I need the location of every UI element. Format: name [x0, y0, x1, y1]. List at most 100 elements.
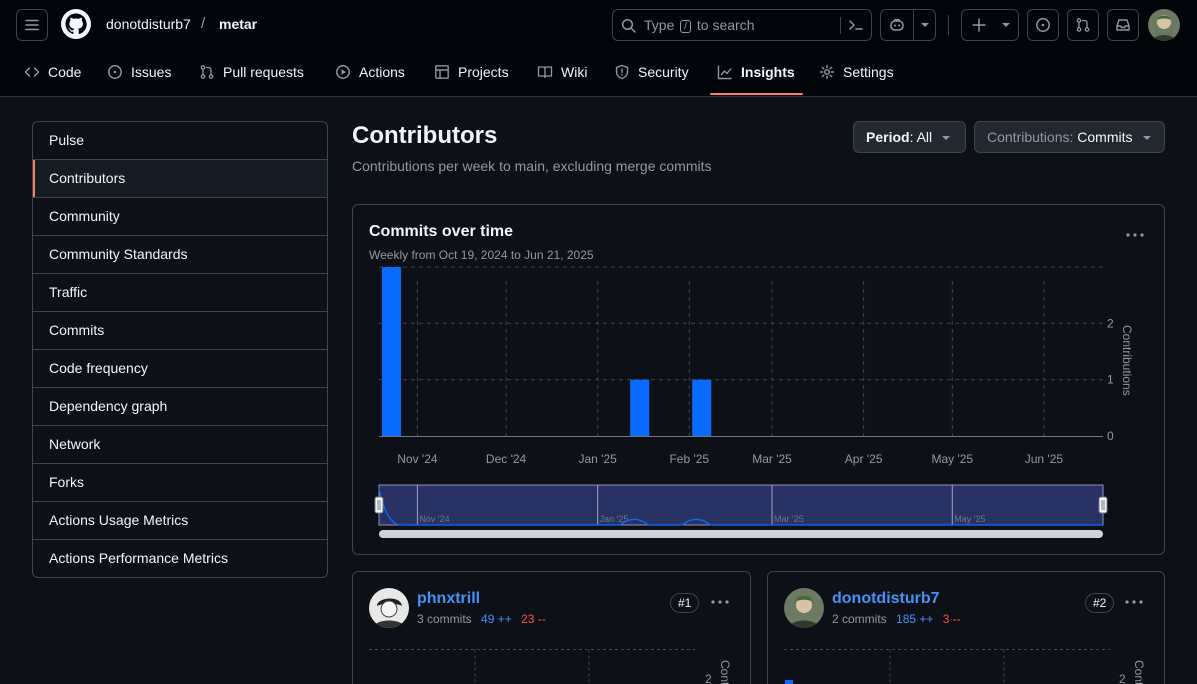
copilot-button[interactable]	[880, 9, 936, 41]
sidebar-item-dependency-graph[interactable]: Dependency graph	[33, 388, 327, 426]
git-pull-request-icon	[200, 65, 214, 79]
kebab-horizontal-icon[interactable]	[1122, 590, 1146, 614]
search-placeholder: Type / to search	[644, 17, 755, 33]
play-icon	[336, 65, 350, 79]
tab-label: Projects	[458, 64, 509, 80]
y-tick-label: 2	[1119, 672, 1126, 684]
chevron-down-icon	[1142, 136, 1151, 140]
x-tick-label: Dec '24	[486, 452, 527, 466]
tab-settings[interactable]: Settings	[819, 62, 894, 82]
sidebar-item-pulse[interactable]: Pulse	[33, 122, 327, 160]
sidebar-item-forks[interactable]: Forks	[33, 464, 327, 502]
tab-label: Insights	[741, 64, 795, 80]
user-avatar[interactable]	[1148, 9, 1180, 41]
tab-insights[interactable]: Insights	[717, 62, 795, 82]
commit-count[interactable]: 3 commits	[417, 612, 472, 626]
x-tick-label: Jan '25	[579, 452, 618, 466]
additions-count: 49 ++	[481, 612, 512, 626]
chevron-down-icon	[942, 136, 951, 140]
tab-projects[interactable]: Projects	[434, 62, 509, 82]
search-input[interactable]: Type / to search	[612, 9, 872, 41]
tab-label: Actions	[359, 64, 405, 80]
pull-requests-button[interactable]	[1067, 9, 1099, 41]
inbox-button[interactable]	[1107, 9, 1139, 41]
x-tick-label: Jun '25	[1025, 452, 1064, 466]
sidebar-item-label: Commits	[49, 322, 105, 338]
navigator-label: Mar '25	[774, 514, 804, 524]
sidebar-item-label: Community Standards	[49, 246, 188, 262]
menu-button[interactable]	[16, 9, 48, 41]
navigator-scrollbar	[379, 530, 1103, 538]
github-logo-icon[interactable]	[60, 8, 92, 40]
sidebar-item-community-standards[interactable]: Community Standards	[33, 236, 327, 274]
commits-over-time-card: Commits over time Weekly from Oct 19, 20…	[352, 204, 1165, 555]
tab-wiki[interactable]: Wiki	[537, 62, 587, 82]
navigator-label: May '25	[954, 514, 985, 524]
commit-count[interactable]: 2 commits	[832, 612, 887, 626]
sidebar-item-contributors[interactable]: Contributors	[33, 160, 327, 198]
issue-icon	[108, 65, 122, 79]
sidebar-item-actions-usage-metrics[interactable]: Actions Usage Metrics	[33, 502, 327, 540]
breadcrumb-owner[interactable]: donotdisturb7	[106, 16, 191, 32]
tab-label: Settings	[843, 64, 894, 80]
sidebar-item-label: Contributors	[49, 170, 126, 186]
deletions-count: 3 --	[942, 612, 961, 626]
tab-pull-requests[interactable]: Pull requests	[199, 62, 304, 82]
contributor-name[interactable]: phnxtrill	[417, 590, 480, 608]
tab-label: Code	[48, 64, 82, 80]
period-label: Period	[866, 129, 910, 145]
command-palette-icon[interactable]	[848, 17, 864, 33]
tab-code[interactable]: Code	[24, 62, 81, 82]
x-tick-label: Feb '25	[669, 452, 709, 466]
search-icon	[621, 18, 636, 33]
code-icon	[24, 67, 40, 77]
avatar[interactable]	[369, 588, 409, 628]
contributor-card: phnxtrill 3 commits 49 ++ 23 -- #1 2 Con…	[352, 571, 751, 684]
y-tick-label: 0	[1107, 429, 1114, 443]
tab-issues[interactable]: Issues	[107, 62, 171, 82]
page-subtitle: Contributions per week to main, excludin…	[352, 158, 712, 174]
sidebar-item-traffic[interactable]: Traffic	[33, 274, 327, 312]
sidebar-item-commits[interactable]: Commits	[33, 312, 327, 350]
avatar[interactable]	[784, 588, 824, 628]
menu-icon	[25, 19, 39, 31]
contributions-dropdown[interactable]: Contributions: Commits	[974, 121, 1165, 153]
sidebar-item-code-frequency[interactable]: Code frequency	[33, 350, 327, 388]
create-new-button[interactable]	[961, 9, 1019, 41]
y-tick-label: 2	[705, 672, 712, 684]
y-axis-label: Contributions	[1120, 325, 1134, 396]
sidebar-item-label: Forks	[49, 474, 84, 490]
rank-badge: #1	[670, 593, 700, 613]
tab-security[interactable]: Security	[614, 62, 689, 82]
global-header: donotdisturb7 / metar Type / to search C…	[0, 0, 1197, 97]
kebab-horizontal-icon[interactable]	[708, 590, 732, 614]
contributor-name[interactable]: donotdisturb7	[832, 590, 940, 608]
breadcrumb-repo[interactable]: metar	[219, 16, 257, 32]
x-tick-label: Mar '25	[752, 452, 792, 466]
pull-requests-icon	[1076, 18, 1090, 32]
issues-icon	[1036, 18, 1050, 32]
tab-label: Issues	[131, 64, 172, 80]
period-value: : All	[909, 129, 933, 145]
x-tick-label: May '25	[931, 452, 973, 466]
breadcrumb-separator: /	[201, 15, 206, 32]
additions-count: 185 ++	[896, 612, 934, 626]
insights-sidebar: Pulse Contributors Community Community S…	[32, 121, 328, 578]
commits-chart[interactable]: 0 1 2 Contributions Nov '24 Dec '24 Jan '25 Feb…	[353, 205, 1164, 554]
period-dropdown[interactable]: Period: All	[853, 121, 966, 153]
contributions-label: Contributions:	[987, 129, 1078, 145]
contributor-chart: 2 Contr	[369, 649, 732, 684]
bar	[381, 267, 401, 436]
table-icon	[435, 65, 449, 79]
sidebar-item-actions-performance-metrics[interactable]: Actions Performance Metrics	[33, 540, 327, 577]
sidebar-item-label: Pulse	[49, 132, 85, 148]
sidebar-item-label: Traffic	[49, 284, 88, 300]
sidebar-item-network[interactable]: Network	[33, 426, 327, 464]
sidebar-item-label: Dependency graph	[49, 398, 168, 414]
active-tab-indicator	[710, 93, 803, 95]
x-tick-label: Apr '25	[845, 452, 883, 466]
tab-actions[interactable]: Actions	[335, 62, 405, 82]
sidebar-item-label: Code frequency	[49, 360, 148, 376]
issues-button[interactable]	[1027, 9, 1059, 41]
sidebar-item-community[interactable]: Community	[33, 198, 327, 236]
